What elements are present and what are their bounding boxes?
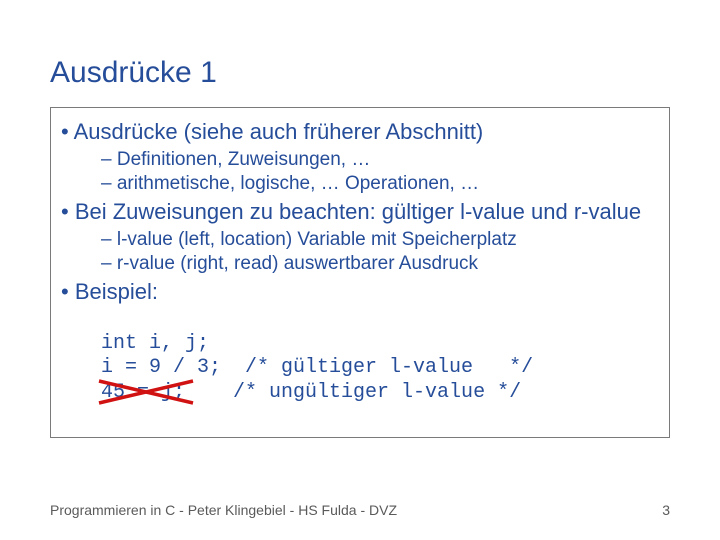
list-item: r-value (right, read) auswertbarer Ausdr… (101, 252, 659, 276)
code-text: 45 = j; (101, 381, 185, 404)
list-item: Definitionen, Zuweisungen, … (101, 148, 659, 172)
list-item: Bei Zuweisungen zu beachten: gültiger l-… (61, 198, 659, 226)
list-item: l-value (left, location) Variable mit Sp… (101, 228, 659, 252)
list-item: Beispiel: (61, 278, 659, 306)
code-line: i = 9 / 3; /* gültiger l-value */ (101, 356, 533, 379)
list-item: arithmetische, logische, … Operationen, … (101, 172, 659, 196)
page-title: Ausdrücke 1 (50, 56, 670, 89)
code-invalid-assignment: 45 = j; (101, 381, 185, 405)
list-item: Ausdrücke (siehe auch früherer Abschnitt… (61, 118, 659, 146)
code-block: int i, j; i = 9 / 3; /* gültiger l-value… (101, 308, 659, 430)
slide-footer: Programmieren in C - Peter Klingebiel - … (50, 502, 670, 518)
footer-text: Programmieren in C - Peter Klingebiel - … (50, 502, 397, 518)
page-number: 3 (662, 502, 670, 518)
slide: Ausdrücke 1 Ausdrücke (siehe auch früher… (0, 0, 720, 540)
code-line: int i, j; (101, 332, 209, 355)
code-text: /* ungültiger l-value */ (185, 381, 521, 404)
content-box: Ausdrücke (siehe auch früherer Abschnitt… (50, 107, 670, 438)
